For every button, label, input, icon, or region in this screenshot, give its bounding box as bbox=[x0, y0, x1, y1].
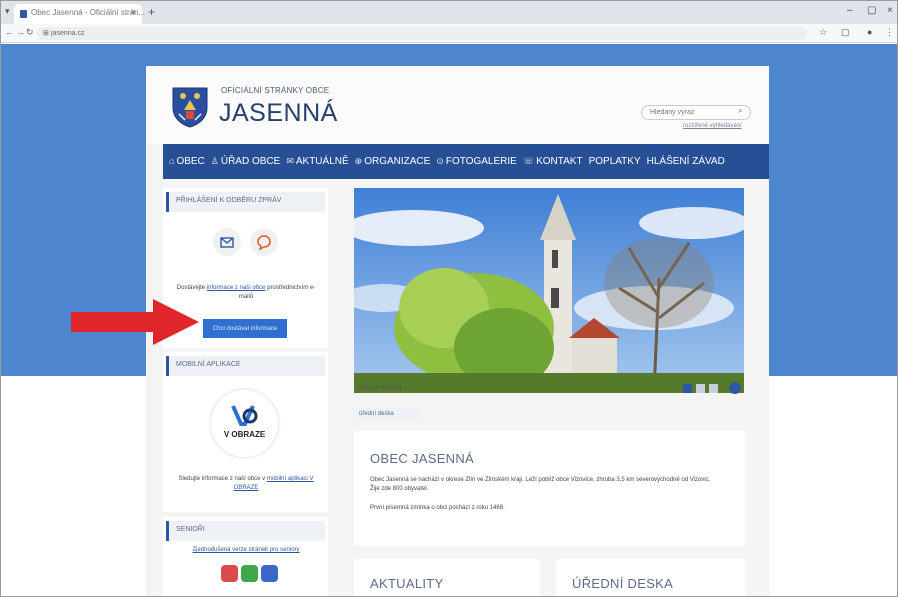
accessibility-blue-icon[interactable] bbox=[261, 565, 278, 582]
menu-item-fotogalerie[interactable]: ⊙ FOTOGALERIE bbox=[436, 156, 517, 167]
slider-next-icon[interactable] bbox=[709, 384, 718, 393]
menu-item-label: AKTUÁLNĚ bbox=[295, 156, 349, 167]
minimize-icon[interactable]: – bbox=[847, 5, 853, 16]
close-icon[interactable]: × bbox=[131, 7, 136, 17]
intro-card: OBEC JASENNÁ Obec Jasenná se nachází v o… bbox=[354, 431, 745, 546]
v-obraze-logo[interactable]: V OBRAZE bbox=[211, 390, 278, 457]
site-subtitle: OFICIÁLNÍ STRÁNKY OBCE bbox=[221, 86, 330, 95]
site-header: OFICIÁLNÍ STRÁNKY OBCE JASENNÁ ⌕ rozšíře… bbox=[146, 66, 769, 144]
menu-item-organizace[interactable]: ⊕ ORGANIZACE bbox=[355, 156, 431, 167]
intro-title: OBEC JASENNÁ bbox=[370, 451, 475, 466]
back-icon[interactable]: ← bbox=[5, 27, 14, 37]
camera-icon: ⊙ bbox=[436, 156, 444, 166]
slider-prev-icon[interactable] bbox=[683, 384, 692, 393]
page-viewport: OFICIÁLNÍ STRÁNKY OBCE JASENNÁ ⌕ rozšíře… bbox=[1, 44, 897, 596]
slider-pause-icon[interactable] bbox=[696, 384, 705, 393]
chat-bubble-icon[interactable] bbox=[250, 228, 278, 256]
address-bar[interactable] bbox=[37, 27, 807, 40]
seniors-version-link[interactable]: Zjednodušená verze stránek pro seniory bbox=[192, 547, 299, 553]
news-card: AKTUALITY bbox=[354, 559, 540, 596]
menu-item-kontakt[interactable]: ☏ KONTAKT bbox=[523, 156, 583, 167]
navigation-bar: ← → ↻ ⊞ ☆ ▢ ● ⋮ bbox=[1, 24, 897, 43]
tab-search-icon[interactable]: ▾ bbox=[5, 6, 10, 17]
menu-item-poplatky[interactable]: POPLATKY bbox=[589, 156, 641, 167]
intro-paragraph: Obec Jasenná se nachází v okrese Zlín ve… bbox=[370, 477, 711, 492]
v-obraze-wordmark: V OBRAZE bbox=[223, 430, 266, 439]
app-text: Sledujte informace z naší obce v mobilní… bbox=[178, 476, 314, 491]
extension-icon[interactable]: ▢ bbox=[841, 27, 850, 38]
box-heading: SENIOŘI bbox=[166, 521, 325, 541]
menu-item-label: ÚŘAD OBCE bbox=[220, 156, 281, 167]
box-heading: MOBILNÍ APLIKACE bbox=[166, 356, 325, 376]
notice-board-tag[interactable]: úřední deska bbox=[355, 408, 419, 420]
menu-item-label: HLÁŠENÍ ZÁVAD bbox=[646, 156, 725, 167]
show-all-link[interactable]: Zobrazit všechny » bbox=[357, 385, 407, 391]
mobile-app-box: MOBILNÍ APLIKACE V OBRAZE Sledujte infor… bbox=[163, 352, 328, 512]
red-arrow-annotation bbox=[71, 299, 199, 345]
news-title[interactable]: AKTUALITY bbox=[370, 576, 444, 591]
menu-item-obec[interactable]: ⌂ OBEC bbox=[169, 156, 205, 167]
bookmark-star-icon[interactable]: ☆ bbox=[819, 27, 827, 38]
home-icon: ⌂ bbox=[169, 156, 175, 166]
maximize-icon[interactable]: ▢ bbox=[867, 5, 876, 16]
news-icon: ✉ bbox=[286, 156, 294, 166]
accessibility-green-icon[interactable] bbox=[241, 565, 258, 582]
site-title[interactable]: JASENNÁ bbox=[219, 99, 338, 128]
site-info-icon[interactable]: ⊞ bbox=[43, 29, 49, 37]
accessibility-red-icon[interactable] bbox=[221, 565, 238, 582]
forward-icon[interactable]: → bbox=[16, 27, 25, 37]
subscribe-button[interactable]: Chci dostávat informace bbox=[203, 319, 287, 338]
notice-title[interactable]: ÚŘEDNÍ DESKA bbox=[572, 576, 673, 591]
tab-active[interactable]: Obec Jasenná - Oficiální strán... × bbox=[14, 4, 146, 24]
favicon-icon bbox=[20, 10, 27, 18]
menu-item-label: POPLATKY bbox=[588, 156, 641, 167]
main-menu: ⌂ OBEC ♙ ÚŘAD OBCE ✉ AKTUÁLNĚ ⊕ ORGANIZACE ⊙… bbox=[163, 144, 769, 179]
search-icon[interactable]: ⌕ bbox=[738, 105, 743, 116]
phone-icon: ☏ bbox=[522, 156, 535, 166]
more-menu-icon[interactable]: ⋮ bbox=[885, 27, 894, 38]
email-icon[interactable] bbox=[213, 228, 241, 256]
church-photo[interactable] bbox=[354, 188, 744, 393]
reload-icon[interactable]: ↻ bbox=[26, 27, 34, 38]
intro-paragraph-2: První písemná zmínka o obci pochází z ro… bbox=[370, 505, 505, 511]
advanced-search-link[interactable]: rozšířené vyhledávání bbox=[683, 123, 742, 129]
site-container: OFICIÁLNÍ STRÁNKY OBCE JASENNÁ ⌕ rozšíře… bbox=[146, 66, 769, 596]
tab-bar: ▾ Obec Jasenná - Oficiální strán... × + … bbox=[1, 1, 897, 24]
notice-card: ÚŘEDNÍ DESKA bbox=[556, 559, 745, 596]
user-icon: ♙ bbox=[210, 156, 219, 166]
new-tab-icon[interactable]: + bbox=[148, 5, 155, 19]
menu-item-label: FOTOGALERIE bbox=[445, 156, 517, 167]
coat-of-arms-icon[interactable] bbox=[171, 84, 209, 128]
menu-item-label: KONTAKT bbox=[536, 156, 583, 167]
menu-item-aktualne[interactable]: ✉ AKTUÁLNĚ bbox=[286, 156, 348, 167]
browser-window: ▾ Obec Jasenná - Oficiální strán... × + … bbox=[0, 0, 898, 597]
subscribe-info-link[interactable]: informace z naší obce bbox=[207, 285, 266, 291]
menu-item-urad-obce[interactable]: ♙ ÚŘAD OBCE bbox=[211, 156, 281, 167]
profile-icon[interactable]: ● bbox=[867, 27, 872, 37]
box-heading: PŘIHLÁŠENÍ K ODBĚRU ZPRÁV bbox=[166, 192, 325, 212]
menu-item-label: ORGANIZACE bbox=[364, 156, 431, 167]
menu-item-hlaseni-zavad[interactable]: HLÁŠENÍ ZÁVAD bbox=[647, 156, 725, 167]
v-obraze-icon bbox=[231, 405, 258, 426]
seniors-text: Zjednodušená verze stránek pro seniory bbox=[171, 546, 321, 555]
tab-title: Obec Jasenná - Oficiální strán... bbox=[31, 8, 146, 17]
window-close-icon[interactable]: × bbox=[887, 5, 893, 16]
seniors-box: SENIOŘI Zjednodušená verze stránek pro s… bbox=[163, 517, 328, 596]
slider-settings-icon[interactable] bbox=[729, 382, 741, 394]
menu-item-label: OBEC bbox=[176, 156, 205, 167]
organization-icon: ⊕ bbox=[354, 156, 363, 166]
search-input[interactable] bbox=[641, 105, 751, 120]
